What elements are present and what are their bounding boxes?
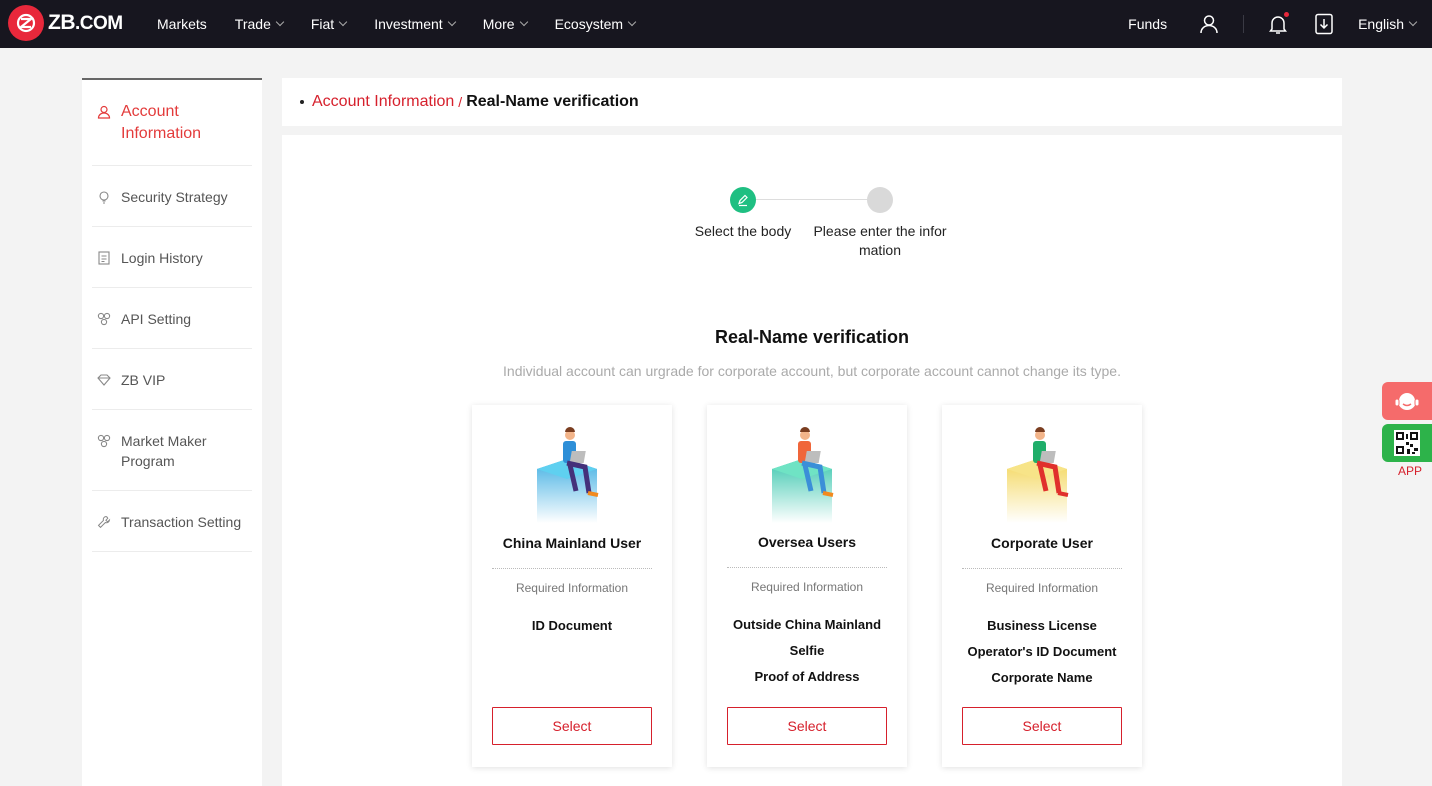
card-corporate-user: Corporate User Required Information Busi…: [942, 405, 1142, 767]
api-icon: [96, 311, 112, 327]
requirement-item: Business License: [987, 618, 1097, 633]
sidebar-item-label: Transaction Setting: [121, 514, 242, 530]
sidebar-item-label: API Setting: [121, 311, 192, 327]
card-oversea-users: Oversea Users Required Information Outsi…: [707, 405, 907, 767]
sidebar-item-label: Account Information: [121, 103, 202, 142]
person-laptop-illustration: [772, 427, 834, 523]
divider: [1243, 15, 1245, 33]
sidebar-item-transaction-setting[interactable]: Transaction Setting: [92, 491, 252, 552]
progress-steps: Select the body Please enter the infor m…: [682, 187, 962, 267]
requirements-list: Outside China Mainland Selfie Proof of A…: [707, 612, 907, 690]
step-select-body: Select the body: [673, 187, 813, 241]
chevron-down-icon: [627, 17, 637, 27]
user-account-icon[interactable]: [1197, 12, 1221, 36]
person-laptop-illustration: [1007, 427, 1069, 523]
nav-trade[interactable]: Trade: [235, 16, 285, 32]
nav-investment[interactable]: Investment: [374, 16, 456, 32]
breadcrumb-parent-link[interactable]: Account Information: [312, 93, 454, 111]
diamond-icon: [96, 372, 112, 388]
step-label: Select the body: [694, 223, 792, 239]
sidebar-item-api-setting[interactable]: API Setting: [92, 288, 252, 349]
app-download-button[interactable]: [1382, 424, 1432, 462]
sidebar-item-account-information[interactable]: Account Information: [92, 80, 252, 166]
step-pending-indicator: [867, 187, 893, 213]
qr-code-icon: [1394, 430, 1420, 456]
sidebar-item-label: Login History: [121, 250, 203, 266]
zb-logo-icon: [8, 5, 44, 41]
verification-panel: Select the body Please enter the infor m…: [282, 135, 1342, 786]
select-corporate-button[interactable]: Select: [962, 707, 1122, 745]
sidebar-item-security-strategy[interactable]: Security Strategy: [92, 166, 252, 227]
card-china-mainland-user: China Mainland User Required Information…: [472, 405, 672, 767]
sidebar-item-zb-vip[interactable]: ZB VIP: [92, 349, 252, 410]
requirement-item: Corporate Name: [991, 670, 1093, 685]
dotted-divider: [492, 568, 652, 569]
customer-support-button[interactable]: [1382, 382, 1432, 420]
requirements-list: Business License Operator's ID Document …: [942, 613, 1142, 691]
select-oversea-button[interactable]: Select: [727, 707, 887, 745]
app-label: APP: [1397, 464, 1422, 478]
requirement-item: Operator's ID Document: [967, 644, 1117, 659]
breadcrumb: Account Information / Real-Name verifica…: [282, 78, 1342, 126]
step-enter-information: Please enter the infor mation: [810, 187, 950, 260]
nav-ecosystem[interactable]: Ecosystem: [555, 16, 637, 32]
requirement-item: ID Document: [531, 618, 613, 633]
sidebar-item-market-maker-program[interactable]: Market Maker Program: [92, 410, 252, 491]
sidebar-item-label: ZB VIP: [121, 372, 166, 388]
nav-more[interactable]: More: [483, 16, 528, 32]
notification-bell-icon[interactable]: [1266, 12, 1290, 36]
chevron-down-icon: [1408, 17, 1418, 27]
sidebar-item-label: Market Maker Program: [121, 433, 207, 469]
language-selector[interactable]: English: [1358, 16, 1418, 32]
step-label: Please enter the infor mation: [813, 223, 947, 258]
select-china-mainland-button[interactable]: Select: [492, 707, 652, 745]
pencil-icon: [730, 187, 756, 213]
document-icon: [96, 250, 112, 266]
funds-link[interactable]: Funds: [1128, 16, 1167, 32]
wrench-icon: [96, 514, 112, 530]
lightbulb-icon: [96, 189, 112, 205]
card-title: Oversea Users: [757, 534, 857, 550]
chevron-down-icon: [275, 17, 285, 27]
bullet-icon: [300, 100, 304, 104]
sidebar-item-label: Security Strategy: [121, 189, 228, 205]
market-maker-icon: [96, 433, 112, 449]
person-laptop-illustration: [537, 427, 599, 523]
nav-markets[interactable]: Markets: [157, 16, 207, 32]
chevron-down-icon: [447, 17, 456, 27]
requirement-item: Outside China Mainland: [732, 617, 882, 632]
card-title: Corporate User: [991, 535, 1093, 551]
requirement-item: Proof of Address: [754, 669, 860, 684]
brand-logo[interactable]: ZB.COM: [8, 5, 123, 41]
section-title: Real-Name verification: [714, 327, 910, 347]
main-nav: Markets Trade Fiat Investment More Ecosy…: [157, 0, 663, 48]
chevron-down-icon: [338, 17, 348, 27]
user-icon: [96, 104, 112, 120]
download-icon[interactable]: [1312, 12, 1336, 36]
requirements-list: ID Document: [472, 613, 672, 639]
account-sidebar: Account Information Security Strategy Lo…: [82, 78, 262, 786]
dotted-divider: [727, 567, 887, 568]
nav-fiat[interactable]: Fiat: [311, 16, 348, 32]
required-info-label: Required Information: [985, 581, 1099, 595]
section-subtitle: Individual account can urgrade for corpo…: [503, 363, 1121, 379]
sidebar-item-login-history[interactable]: Login History: [92, 227, 252, 288]
card-title: China Mainland User: [502, 535, 642, 551]
breadcrumb-current: Real-Name verification: [466, 93, 639, 110]
required-info-label: Required Information: [750, 580, 864, 594]
logo-wordmark: ZB.COM: [48, 11, 123, 34]
top-navbar: ZB.COM Markets Trade Fiat Investment Mor…: [0, 0, 1432, 48]
chevron-down-icon: [519, 17, 528, 27]
dotted-divider: [962, 568, 1122, 569]
breadcrumb-separator: /: [458, 94, 463, 110]
nav-right-group: Funds English: [1128, 0, 1418, 48]
required-info-label: Required Information: [515, 581, 629, 595]
requirement-item: Selfie: [789, 643, 825, 658]
headset-icon: [1394, 391, 1420, 410]
